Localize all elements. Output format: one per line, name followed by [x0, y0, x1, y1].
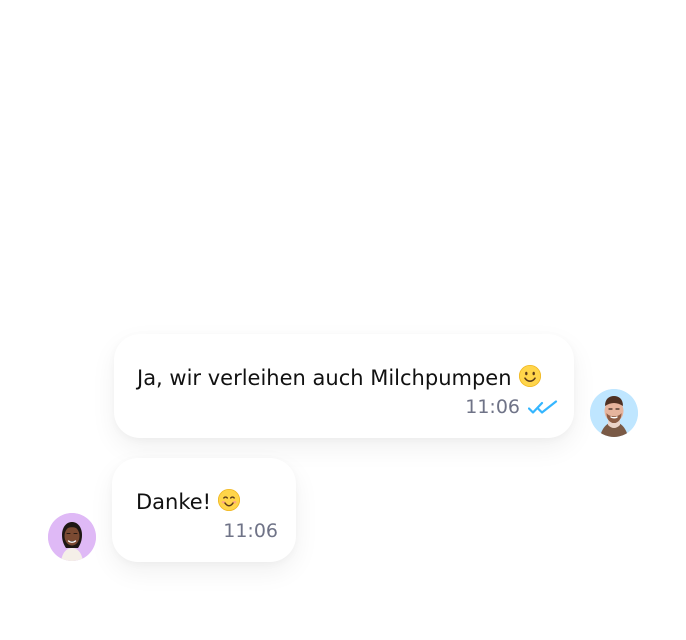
- double-check-icon: [527, 399, 558, 415]
- outgoing-message-bubble[interactable]: Ja, wir verleihen auch Milchpumpen 11:06: [114, 334, 574, 438]
- message-text-row: Ja, wir verleihen auch Milchpumpen: [137, 364, 542, 392]
- incoming-message-bubble[interactable]: Danke! 11:06: [112, 458, 296, 562]
- slightly-smiling-face-icon: [518, 364, 542, 388]
- man-avatar-icon: [590, 389, 638, 437]
- message-meta: 11:06: [465, 396, 558, 418]
- man-avatar[interactable]: [590, 389, 638, 437]
- chat-thread: Ja, wir verleihen auch Milchpumpen 11:06: [0, 0, 686, 640]
- message-text: Ja, wir verleihen auch Milchpumpen: [137, 366, 512, 390]
- message-meta: 11:06: [223, 520, 278, 542]
- smiling-face-with-blushing-eyes-icon: [217, 488, 241, 512]
- message-text: Danke!: [136, 490, 212, 514]
- woman-avatar-icon: [48, 513, 96, 561]
- message-time: 11:06: [465, 396, 520, 418]
- woman-avatar[interactable]: [48, 513, 96, 561]
- message-text-row: Danke!: [136, 488, 241, 516]
- message-time: 11:06: [223, 520, 278, 542]
